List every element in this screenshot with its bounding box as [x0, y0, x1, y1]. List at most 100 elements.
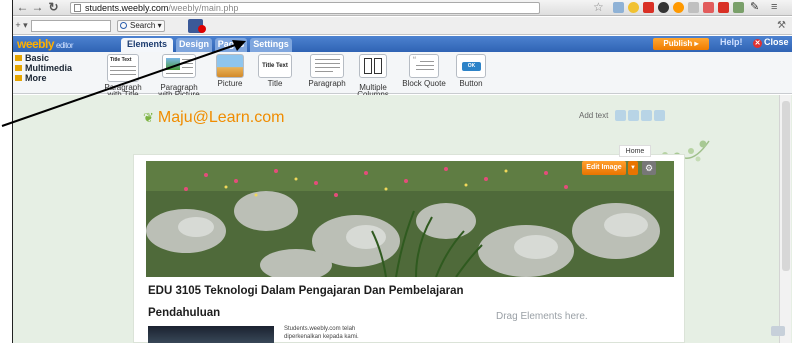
- site-title[interactable]: ❦ Maju@Learn.com: [143, 109, 284, 127]
- thumb-title-text: Title Text: [110, 57, 132, 63]
- element-multiple-columns[interactable]: Multiple Columns: [353, 54, 393, 99]
- notification-badge: [198, 25, 206, 33]
- close-button[interactable]: ✕ Close: [753, 37, 789, 48]
- folder-icon: [15, 75, 22, 81]
- section-heading[interactable]: Pendahuluan: [148, 307, 220, 319]
- browser-toolbar: + ▾ Search ▾ ⚒: [13, 17, 792, 35]
- extension-icon[interactable]: [733, 2, 744, 13]
- url-field[interactable]: students.weebly.com/weebly/main.php: [70, 2, 540, 14]
- search-button[interactable]: Search ▾: [117, 20, 165, 32]
- category-label: Basic: [25, 53, 50, 63]
- add-text-link[interactable]: Add text: [579, 111, 608, 120]
- category-basic[interactable]: Basic: [15, 53, 49, 63]
- logo-subtext: editor: [56, 41, 74, 50]
- extension-icon[interactable]: [703, 2, 714, 13]
- search-icon: [120, 22, 127, 29]
- folder-icon: [15, 55, 22, 61]
- reload-icon[interactable]: ↻: [47, 1, 60, 14]
- element-paragraph-with-title[interactable]: Title Text Paragraph with Title: [101, 54, 145, 99]
- logo-text: weebly: [17, 37, 55, 51]
- leaf-icon: ❦: [143, 110, 154, 125]
- page-icon: [74, 4, 81, 12]
- site-title-text: Maju@Learn.com: [157, 109, 285, 126]
- weebly-logo: weebly editor: [17, 37, 74, 51]
- page-heading[interactable]: EDU 3105 Teknologi Dalam Pengajaran Dan …: [148, 285, 464, 297]
- drag-elements-hint: Drag Elements here.: [496, 311, 588, 322]
- element-palette: Basic Multimedia More Title Text Paragra…: [13, 52, 792, 99]
- url-host: students.weebly.com: [85, 3, 169, 13]
- category-label: More: [25, 73, 47, 83]
- paragraph-icon: [310, 54, 344, 78]
- category-more[interactable]: More: [15, 73, 47, 83]
- edit-image-button[interactable]: Edit Image: [582, 161, 626, 175]
- category-multimedia[interactable]: Multimedia: [15, 63, 72, 73]
- bookmark-star-icon[interactable]: ☆: [593, 0, 604, 14]
- hero-image[interactable]: [146, 161, 674, 277]
- chat-icon[interactable]: [771, 326, 785, 336]
- content-area: Edit Image ▼ ⚙ EDU 3105 Teknologi Dalam …: [133, 154, 685, 343]
- paragraph-text[interactable]: Students.weebly.com telah diperkenalkan …: [284, 325, 384, 341]
- toolbar-search-input[interactable]: [31, 20, 111, 32]
- category-label: Multimedia: [25, 63, 73, 73]
- menu-icon[interactable]: ≡: [771, 2, 782, 13]
- tab-pages[interactable]: Pages: [215, 38, 247, 52]
- scrollbar[interactable]: [779, 95, 791, 343]
- folder-icon: [15, 65, 22, 71]
- publish-button[interactable]: Publish ▸: [653, 38, 709, 50]
- element-label: Block Quote: [402, 79, 446, 88]
- help-link[interactable]: Help!: [720, 37, 743, 47]
- ok-icon: OK: [462, 62, 481, 71]
- quote-icon: “: [409, 54, 439, 78]
- twitter-icon[interactable]: [628, 110, 639, 121]
- element-label: Button: [459, 79, 483, 88]
- linkedin-icon[interactable]: [641, 110, 652, 121]
- thumb-title-text: Title Text: [262, 63, 288, 69]
- extension-icon[interactable]: [688, 2, 699, 13]
- pencil-icon[interactable]: ✎: [750, 2, 761, 13]
- chevron-down-icon[interactable]: ▼: [628, 161, 638, 175]
- extension-icon[interactable]: [658, 2, 669, 13]
- wrench-icon[interactable]: ⚒: [777, 20, 786, 31]
- landscape-icon: [166, 58, 180, 70]
- button-thumb: OK: [456, 54, 486, 78]
- scroll-thumb[interactable]: [782, 101, 790, 271]
- paragraph-with-title-thumb: Title Text: [107, 54, 139, 82]
- element-block-quote[interactable]: “ Block Quote: [401, 54, 447, 88]
- palette-categories: Basic Multimedia More: [13, 52, 101, 94]
- nav-home[interactable]: Home: [619, 145, 651, 157]
- element-paragraph-with-picture[interactable]: Paragraph with Picture: [155, 54, 203, 99]
- browser-address-bar: ← → ↻ students.weebly.com/weebly/main.ph…: [13, 0, 792, 16]
- site-canvas: ❦ Maju@Learn.com Add text Edit Image ▼ ⚙…: [13, 95, 792, 343]
- element-title[interactable]: Title Text Title: [257, 54, 293, 88]
- extension-icon[interactable]: [673, 2, 684, 13]
- toolbar-options-icon[interactable]: + ▾: [15, 19, 28, 32]
- facebook-icon[interactable]: [615, 110, 626, 121]
- element-paragraph[interactable]: Paragraph: [305, 54, 349, 88]
- email-icon[interactable]: [654, 110, 665, 121]
- tab-design[interactable]: Design: [176, 38, 212, 52]
- element-button[interactable]: OK Button: [453, 54, 489, 88]
- picture-icon: [216, 54, 244, 78]
- publish-label: Publish: [663, 39, 693, 48]
- search-button-label: Search: [130, 21, 156, 30]
- element-picture[interactable]: Picture: [211, 54, 249, 88]
- gmail-icon[interactable]: [643, 2, 654, 13]
- url-path: /weebly/main.php: [168, 3, 239, 13]
- element-label: Picture: [217, 79, 243, 88]
- columns-icon: [359, 54, 387, 78]
- extension-icon[interactable]: [718, 2, 729, 13]
- help-label: Help!: [720, 37, 743, 47]
- gear-icon[interactable]: ⚙: [642, 161, 656, 175]
- element-label: Title: [267, 79, 283, 88]
- forward-icon[interactable]: →: [31, 1, 44, 14]
- tab-elements[interactable]: Elements: [121, 38, 173, 52]
- screenshot-frame: ← → ↻ students.weebly.com/weebly/main.ph…: [12, 0, 792, 343]
- content-image[interactable]: [148, 326, 274, 343]
- paragraph-with-picture-thumb: [162, 54, 196, 78]
- close-label: Close: [764, 37, 789, 47]
- back-icon[interactable]: ←: [16, 1, 29, 14]
- element-label: Paragraph: [308, 79, 346, 88]
- extension-icon[interactable]: [613, 2, 624, 13]
- tab-settings[interactable]: Settings: [250, 38, 292, 52]
- extension-icon[interactable]: [628, 2, 639, 13]
